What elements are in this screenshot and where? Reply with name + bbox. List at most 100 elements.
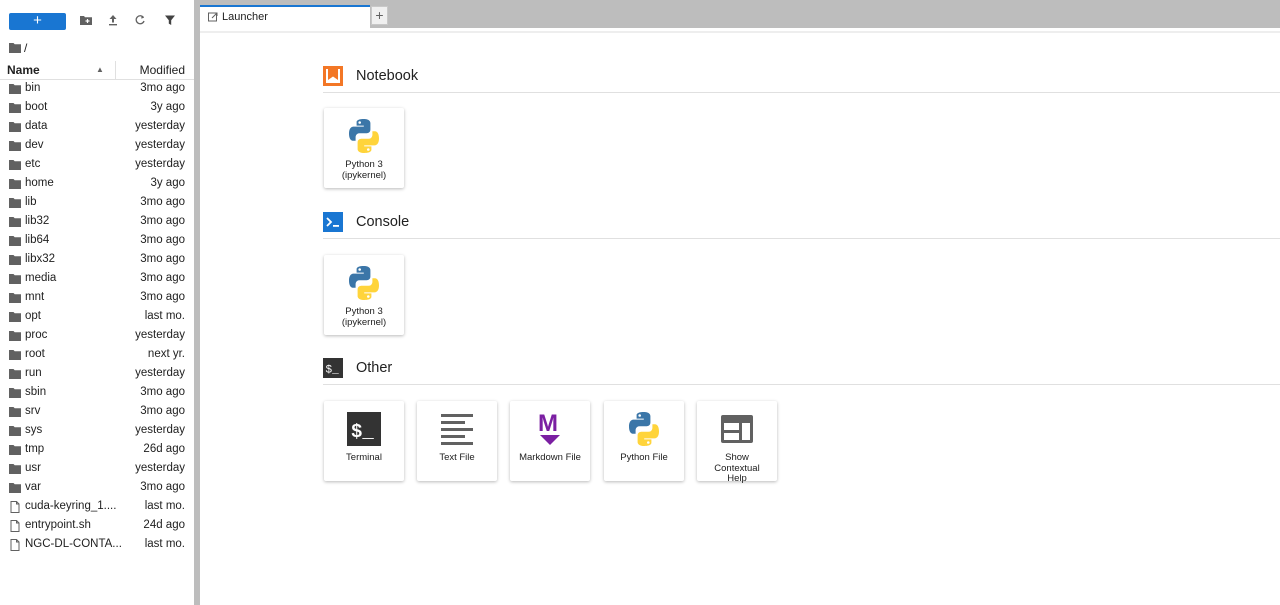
add-tab-button[interactable]: + <box>371 6 388 25</box>
file-name: opt <box>25 310 41 322</box>
file-name: NGC-DL-CONTA... <box>25 538 122 550</box>
file-list-row[interactable]: boot 3y ago <box>0 98 194 117</box>
file-modified: next yr. <box>147 348 185 360</box>
file-list-row[interactable]: var 3mo ago <box>0 478 194 497</box>
folder-icon <box>9 84 21 94</box>
tab-label: Launcher <box>222 11 268 23</box>
file-name: cuda-keyring_1.... <box>25 500 117 512</box>
file-list-row[interactable]: bin 3mo ago <box>0 79 194 98</box>
notebook-section: Notebook <box>323 62 1280 93</box>
card-label-line1: Python File <box>620 452 668 463</box>
card-label: Show Contextual Help <box>699 452 775 485</box>
file-list-row[interactable]: media 3mo ago <box>0 269 194 288</box>
folder-icon <box>9 388 21 398</box>
file-list-row[interactable]: proc yesterday <box>0 326 194 345</box>
file-list-row[interactable]: mnt 3mo ago <box>0 288 194 307</box>
file-list-row[interactable]: opt last mo. <box>0 307 194 326</box>
new-folder-icon[interactable] <box>80 14 94 28</box>
file-icon <box>10 501 20 513</box>
section-title: Notebook <box>356 68 419 84</box>
markdown-icon: M <box>538 410 560 445</box>
card-label: Python File <box>606 452 682 464</box>
file-modified: 3mo ago <box>140 253 185 265</box>
launcher-card-console-python3[interactable]: Python 3 (ipykernel) <box>324 255 404 335</box>
file-name: lib <box>25 196 37 208</box>
launcher-card-markdown-file[interactable]: M Markdown File <box>510 401 590 481</box>
file-list-row[interactable]: home 3y ago <box>0 174 194 193</box>
file-modified: last mo. <box>144 310 185 322</box>
tab-launcher[interactable]: Launcher <box>200 5 370 29</box>
file-list-row[interactable]: libx32 3mo ago <box>0 250 194 269</box>
file-icon <box>10 539 20 551</box>
file-list-row[interactable]: run yesterday <box>0 364 194 383</box>
file-list-row[interactable]: lib64 3mo ago <box>0 231 194 250</box>
file-name: boot <box>25 101 48 113</box>
card-label-line1: Text File <box>439 452 475 463</box>
folder-icon <box>9 350 21 360</box>
file-list-row[interactable]: tmp 26d ago <box>0 440 194 459</box>
folder-icon <box>9 122 21 132</box>
launcher-card-terminal[interactable]: $_ Terminal <box>324 401 404 481</box>
file-modified: 26d ago <box>143 443 185 455</box>
folder-icon <box>9 445 21 455</box>
file-list-row[interactable]: lib 3mo ago <box>0 193 194 212</box>
python-logo-icon <box>349 266 379 300</box>
breadcrumb-root[interactable]: / <box>24 40 27 56</box>
modified-column-header[interactable]: Modified <box>140 61 185 79</box>
file-list-row[interactable]: entrypoint.sh 24d ago <box>0 516 194 535</box>
column-divider[interactable] <box>115 61 116 79</box>
folder-icon <box>9 217 21 227</box>
folder-icon <box>9 255 21 265</box>
card-label: Terminal <box>326 452 402 464</box>
file-modified: last mo. <box>144 538 185 550</box>
card-label-line1: Markdown File <box>519 452 581 463</box>
file-list-row[interactable]: dev yesterday <box>0 136 194 155</box>
launcher-card-notebook-python3[interactable]: Python 3 (ipykernel) <box>324 108 404 188</box>
card-label-line2: (ipykernel) <box>341 169 387 181</box>
card-label-line3: Help <box>727 473 747 484</box>
file-list-row[interactable]: usr yesterday <box>0 459 194 478</box>
file-name: entrypoint.sh <box>25 519 91 531</box>
notebook-icon <box>323 66 343 86</box>
folder-icon <box>9 293 21 303</box>
text-file-icon <box>441 414 473 445</box>
file-modified: 3mo ago <box>140 196 185 208</box>
name-column-header[interactable]: Name <box>7 61 40 79</box>
file-modified: 3mo ago <box>140 215 185 227</box>
console-section: Console <box>323 208 1280 239</box>
file-list-row[interactable]: sys yesterday <box>0 421 194 440</box>
main-area: Launcher + Notebook Python 3 (ipykernel) <box>200 0 1280 605</box>
svg-text:M: M <box>538 410 558 437</box>
launcher-card-text-file[interactable]: Text File <box>417 401 497 481</box>
card-label-line1: Show <box>725 452 749 463</box>
file-list-row[interactable]: lib32 3mo ago <box>0 212 194 231</box>
file-list-row[interactable]: srv 3mo ago <box>0 402 194 421</box>
file-name: libx32 <box>25 253 56 265</box>
python-logo-icon <box>349 119 379 153</box>
upload-icon[interactable] <box>107 14 121 28</box>
file-list-row[interactable]: NGC-DL-CONTA... last mo. <box>0 535 194 554</box>
other-terminal-icon: $_ <box>323 358 343 378</box>
file-list-row[interactable]: etc yesterday <box>0 155 194 174</box>
file-list-row[interactable]: cuda-keyring_1.... last mo. <box>0 497 194 516</box>
sort-ascending-icon[interactable]: ▲ <box>96 61 104 79</box>
file-list-row[interactable]: data yesterday <box>0 117 194 136</box>
folder-icon <box>9 274 21 284</box>
card-label-line1: Terminal <box>346 452 382 463</box>
file-list-row[interactable]: root next yr. <box>0 345 194 364</box>
new-launcher-button[interactable]: + <box>9 13 66 30</box>
file-modified: 3y ago <box>150 177 185 189</box>
filter-icon[interactable] <box>164 14 178 28</box>
breadcrumb[interactable]: / <box>9 40 27 56</box>
card-label: Markdown File <box>512 452 588 464</box>
folder-icon <box>9 426 21 436</box>
refresh-icon[interactable] <box>134 14 148 28</box>
file-list-row[interactable]: sbin 3mo ago <box>0 383 194 402</box>
other-section: $_ Other <box>323 354 1280 385</box>
card-label-line2: (ipykernel) <box>341 316 387 328</box>
folder-icon <box>9 103 21 113</box>
file-name: home <box>25 177 54 189</box>
section-header: Notebook <box>323 62 1280 93</box>
launcher-card-python-file[interactable]: Python File <box>604 401 684 481</box>
launcher-card-contextual-help[interactable]: Show Contextual Help <box>697 401 777 484</box>
